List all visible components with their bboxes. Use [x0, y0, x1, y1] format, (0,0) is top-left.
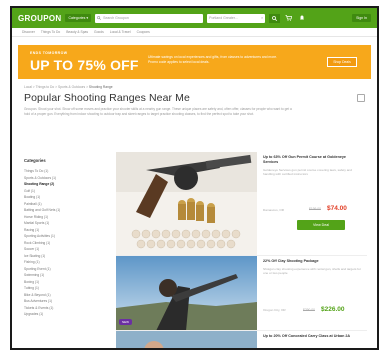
deal-subtitle: Goldeneye Services gun permit course cov…	[263, 168, 352, 177]
page-title: Popular Shooting Ranges Near Me	[24, 92, 190, 104]
subnav-item[interactable]: Beauty & Spas	[66, 30, 88, 34]
search-icon	[272, 15, 278, 21]
deal-image-revolver[interactable]	[116, 152, 257, 255]
promo-banner[interactable]: ENDS TOMORROW UP TO 75% OFF Ultimate sav…	[18, 45, 371, 79]
deal-old-price: $290.00	[303, 308, 315, 312]
deal-subtitle: Shotgun clay shooting experience with re…	[263, 267, 361, 276]
notification-icon[interactable]	[297, 14, 306, 23]
breadcrumb-trail[interactable]: Local > Things to Do > Sports & Outdoors…	[24, 85, 88, 89]
deal-old-price: $199.00	[309, 207, 321, 211]
sidebar-category-item[interactable]: Upgrades (1)	[24, 311, 116, 318]
deal-location: Oregon City, OR	[263, 308, 286, 312]
subnav-item[interactable]: Things To Do	[41, 30, 60, 34]
deal-card[interactable]: NEW 22% Off Clay Shooting Package Shotgu…	[116, 256, 367, 331]
deal-title[interactable]: 22% Off Clay Shooting Package	[263, 259, 362, 264]
breadcrumb: Local > Things to Do > Sports & Outdoors…	[24, 85, 377, 89]
location-placeholder: Portland Greater...	[209, 16, 238, 20]
promo-headline: UP TO 75% OFF	[30, 57, 139, 73]
promo-shop-button[interactable]: Shop Deals	[327, 57, 357, 67]
map-view-icon[interactable]	[357, 94, 365, 102]
page-intro: Groupon. Shoot your shot. Show off some …	[24, 107, 292, 116]
new-badge: NEW	[119, 319, 132, 325]
groupon-logo[interactable]: GROUPON	[18, 14, 61, 23]
deal-price: $226.00	[321, 306, 345, 313]
search-input[interactable]: Search Groupon	[95, 13, 204, 23]
subnav-item[interactable]: Coupons	[137, 30, 150, 34]
breadcrumb-current: Shooting Range	[88, 85, 113, 89]
view-deal-button[interactable]: View Deal	[297, 220, 345, 230]
deal-info: Up to 20% Off Concealed Carry Class at U…	[257, 331, 367, 348]
header-bar: GROUPON Categories ▾ Search Groupon Port…	[12, 8, 377, 28]
promo-description: Ultimate savings on local experiences an…	[148, 55, 278, 64]
search-icon	[97, 16, 102, 20]
deal-location: Damascus, OR	[263, 208, 284, 212]
deal-title[interactable]: Up to 63% Off Gun Permit Course at Golde…	[263, 155, 362, 165]
promo-eyebrow: ENDS TOMORROW	[30, 51, 68, 55]
search-button[interactable]	[269, 13, 281, 23]
subnav-item[interactable]: Discover	[22, 30, 35, 34]
subnav-item[interactable]: Local & Travel	[110, 30, 131, 34]
sidebar-title: Categories	[24, 158, 46, 163]
search-placeholder: Search Groupon	[103, 16, 129, 20]
subnav-item[interactable]: Goods	[94, 30, 104, 34]
deal-card[interactable]: Up to 63% Off Gun Permit Course at Golde…	[116, 152, 367, 256]
deal-info: Up to 63% Off Gun Permit Course at Golde…	[257, 152, 367, 255]
cart-icon[interactable]	[284, 14, 293, 23]
categories-label: Categories	[68, 16, 86, 20]
deal-title[interactable]: Up to 20% Off Concealed Carry Class at U…	[263, 334, 362, 339]
browser-frame: GROUPON Categories ▾ Search Groupon Port…	[10, 6, 379, 350]
category-sidebar: Categories Things To Do (1) Sports & Outd…	[24, 152, 116, 348]
deal-info: 22% Off Clay Shooting Package Shotgun cl…	[257, 256, 367, 330]
location-input[interactable]: Portland Greater... ×	[207, 13, 266, 23]
deal-card[interactable]: Up to 20% Off Concealed Carry Class at U…	[116, 331, 367, 348]
clear-icon[interactable]: ×	[261, 16, 263, 20]
categories-dropdown[interactable]: Categories ▾	[65, 14, 92, 22]
results-area: Categories Things To Do (1) Sports & Outd…	[24, 152, 367, 348]
heading-row: Popular Shooting Ranges Near Me	[24, 92, 365, 104]
sign-in-button[interactable]: Sign In	[352, 14, 371, 22]
sub-navigation: Discover Things To Do Beauty & Spas Good…	[12, 28, 377, 37]
deal-price: $74.00	[327, 205, 347, 212]
deal-list: Up to 63% Off Gun Permit Course at Golde…	[116, 152, 367, 348]
deal-image-clay-shooting[interactable]: NEW	[116, 256, 257, 330]
deal-image-concealed-carry[interactable]	[116, 331, 257, 348]
